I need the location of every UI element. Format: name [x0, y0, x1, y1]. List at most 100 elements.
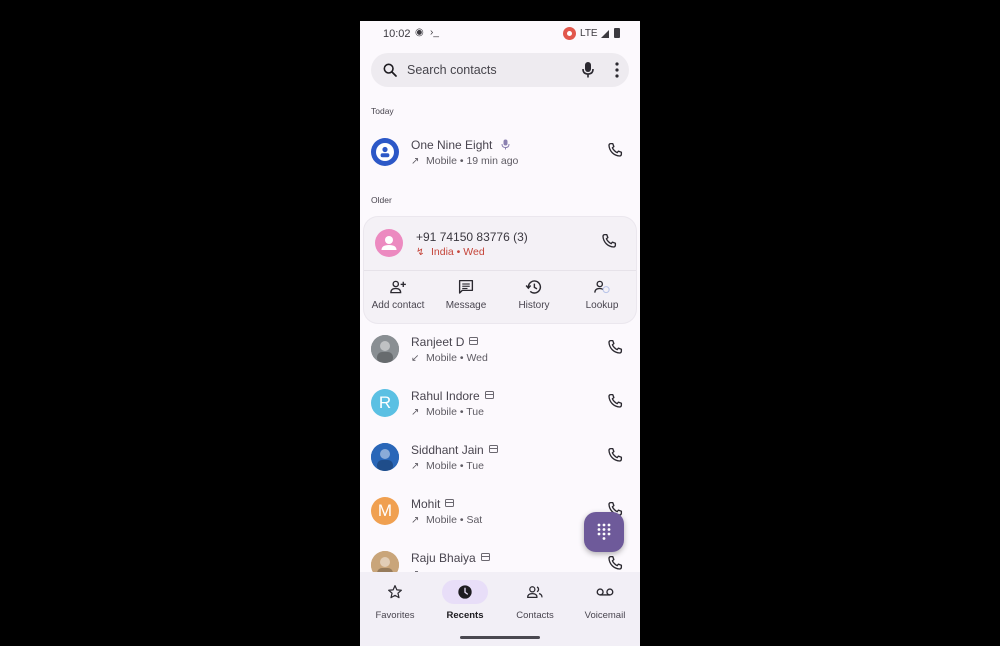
lookup-button[interactable]: Lookup — [568, 274, 636, 319]
sim-card-icon — [488, 445, 498, 453]
contact-photo — [371, 335, 399, 363]
call-detail-text: Mobile • Tue — [426, 460, 484, 472]
gesture-home-bar[interactable] — [460, 636, 540, 639]
card-divider — [364, 270, 636, 271]
add-contact-icon — [390, 280, 406, 294]
lookup-icon — [594, 280, 610, 294]
location-icon: ◉ — [415, 27, 424, 38]
screen-record-icon — [563, 27, 576, 40]
call-detail-text: Mobile • Sat — [426, 514, 483, 526]
avatar: R — [371, 389, 399, 417]
phone-call-icon[interactable] — [606, 554, 624, 572]
call-detail: ↗ Mobile • Tue — [411, 460, 484, 472]
avatar-letter: R — [378, 393, 392, 412]
phone-screen: 10:02 ◉ ›_ LTE Today — [360, 21, 640, 646]
section-header-older: Older — [371, 195, 392, 205]
avatar: M — [371, 497, 399, 525]
contact-name: Siddhant Jain — [411, 443, 498, 457]
contact-name-text: Rahul Indore — [411, 389, 480, 403]
call-detail: ↗ Mobile • 19 min ago — [411, 155, 518, 167]
avatar — [371, 138, 399, 166]
nav-label: Recents — [446, 610, 484, 621]
incoming-call-icon: ↙ — [411, 353, 420, 364]
people-icon — [527, 586, 543, 598]
nav-recents[interactable]: Recents — [430, 572, 500, 646]
contact-name-text: Siddhant Jain — [411, 443, 484, 457]
call-actions: Add contact Message History Lookup — [364, 274, 636, 319]
history-icon — [525, 280, 542, 294]
call-log-item[interactable]: R Rahul Indore ↗ Mobile • Tue — [360, 379, 640, 431]
call-detail: ↯ India • Wed — [416, 246, 485, 258]
nav-voicemail[interactable]: Voicemail — [570, 572, 640, 646]
action-label: History — [518, 300, 550, 311]
contact-name-text: One Nine Eight — [411, 138, 493, 152]
phone-call-icon[interactable] — [606, 392, 624, 410]
contact-name: Raju Bhaiya — [411, 551, 490, 565]
call-log-item[interactable]: One Nine Eight ↗ Mobile • 19 min ago — [360, 128, 640, 180]
voicemail-icon — [596, 588, 614, 596]
call-log-item[interactable]: Siddhant Jain ↗ Mobile • Tue — [360, 433, 640, 485]
voice-note-icon — [501, 139, 510, 150]
person-icon — [376, 143, 394, 161]
search-input[interactable] — [407, 59, 557, 81]
sim-card-icon — [484, 391, 494, 399]
clock-icon — [458, 585, 472, 599]
expanded-call-card[interactable]: +91 74150 83776 (3) ↯ India • Wed Add con… — [364, 217, 636, 323]
contact-name: Mohit — [411, 497, 455, 511]
avatar-letter: M — [377, 501, 393, 520]
phone-call-icon[interactable] — [600, 232, 618, 250]
call-log-item[interactable]: Ranjeet D ↙ Mobile • Wed — [360, 325, 640, 377]
outgoing-call-icon: ↗ — [411, 515, 420, 526]
phone-call-icon[interactable] — [606, 338, 624, 356]
sim-card-icon — [480, 553, 490, 561]
contact-name: Ranjeet D — [411, 335, 479, 349]
search-icon — [383, 63, 397, 77]
phone-call-icon[interactable] — [606, 446, 624, 464]
nav-label: Contacts — [516, 610, 554, 621]
call-detail: ↗ Mobile • Sat — [411, 514, 482, 526]
history-button[interactable]: History — [500, 274, 568, 319]
avatar — [375, 229, 403, 257]
more-options-icon[interactable] — [614, 61, 620, 79]
contact-photo — [371, 443, 399, 471]
add-contact-button[interactable]: Add contact — [364, 274, 432, 319]
outgoing-call-icon: ↗ — [411, 156, 420, 167]
battery-icon — [614, 28, 620, 38]
call-detail-text: Mobile • Tue — [426, 406, 484, 418]
status-time: 10:02 — [383, 28, 411, 40]
outgoing-call-icon: ↗ — [411, 407, 420, 418]
nav-contacts[interactable]: Contacts — [500, 572, 570, 646]
status-bar: 10:02 ◉ ›_ LTE — [360, 21, 640, 47]
outgoing-call-icon: ↗ — [411, 461, 420, 472]
call-detail: ↙ Mobile • Wed — [411, 352, 488, 364]
network-type: LTE — [580, 28, 598, 39]
signal-icon — [601, 30, 609, 38]
nav-favorites[interactable]: Favorites — [360, 572, 430, 646]
sim-card-icon — [469, 337, 479, 345]
call-detail-text: India • Wed — [431, 246, 485, 258]
microphone-icon[interactable] — [581, 61, 595, 79]
contact-name: Rahul Indore — [411, 389, 494, 403]
terminal-icon: ›_ — [430, 27, 439, 38]
contact-name: +91 74150 83776 (3) — [416, 230, 528, 244]
action-label: Add contact — [371, 300, 425, 311]
missed-call-icon: ↯ — [416, 247, 425, 258]
message-button[interactable]: Message — [432, 274, 500, 319]
person-icon — [381, 236, 397, 250]
dialpad-icon — [597, 523, 611, 540]
search-bar[interactable] — [371, 53, 629, 87]
phone-call-icon[interactable] — [606, 141, 624, 159]
call-detail: ↗ Mobile • Tue — [411, 406, 484, 418]
contact-name-text: Mohit — [411, 497, 441, 511]
section-header-today: Today — [371, 106, 394, 116]
star-icon — [388, 585, 402, 599]
avatar — [371, 443, 399, 471]
call-detail-text: Mobile • 19 min ago — [426, 155, 519, 167]
nav-label: Favorites — [375, 610, 415, 621]
dialpad-fab[interactable] — [584, 512, 624, 552]
message-icon — [458, 279, 474, 294]
contact-name-text: Ranjeet D — [411, 335, 465, 349]
nav-label: Voicemail — [584, 610, 626, 621]
avatar — [371, 335, 399, 363]
call-detail-text: Mobile • Wed — [426, 352, 488, 364]
